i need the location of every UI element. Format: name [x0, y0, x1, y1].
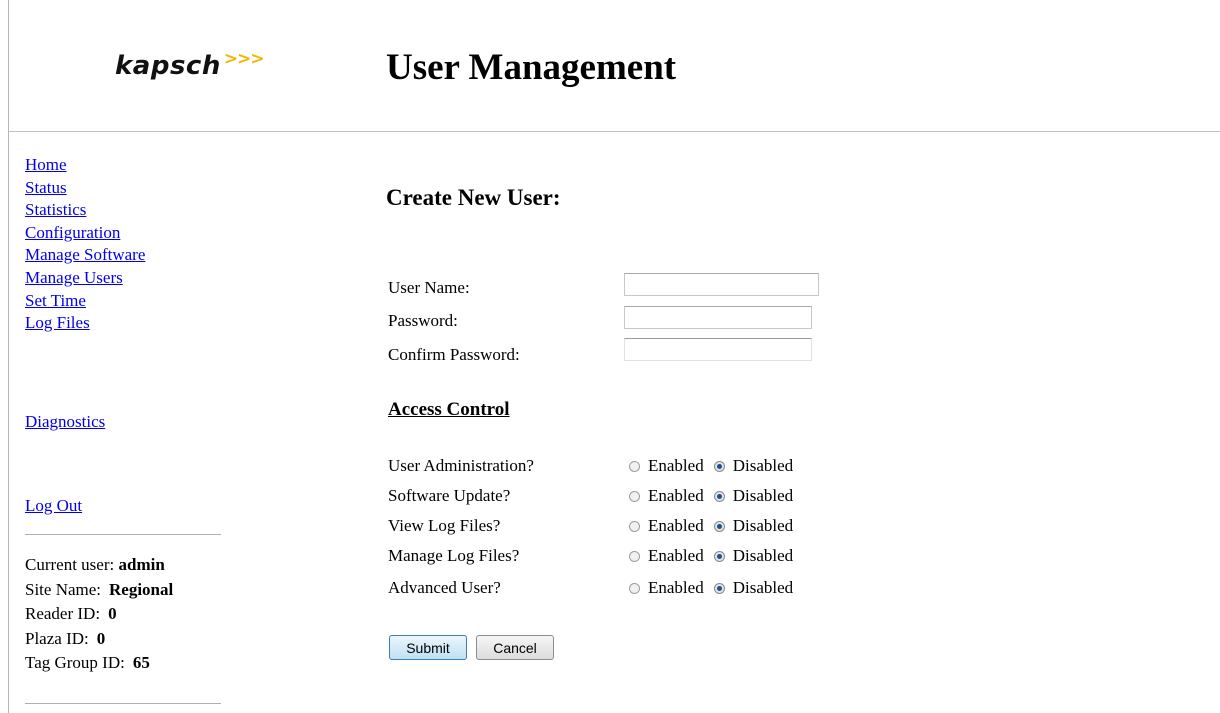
tag-group-id-label: Tag Group ID:	[25, 653, 125, 672]
logo-arrows-icon: >>>	[223, 49, 265, 69]
site-name-label: Site Name:	[25, 579, 102, 599]
nav-link-configuration[interactable]: Configuration	[25, 222, 145, 245]
software-update-enabled-radio[interactable]	[629, 490, 640, 502]
current-user-label: Current user:	[25, 555, 115, 574]
view-logs-enabled-radio[interactable]	[629, 520, 640, 532]
page-frame-border	[8, 0, 9, 713]
perm-advanced-user-label: Advanced User?	[388, 578, 501, 597]
confirm-password-label: Confirm Password:	[388, 345, 520, 364]
page-title: User Management	[386, 47, 677, 88]
perm-advanced-user-options: Enabled Disabled	[629, 577, 793, 599]
session-info: Current user: admin Site Name: Regional R…	[25, 553, 173, 676]
plaza-id-label: Plaza ID:	[25, 628, 89, 648]
nav-link-log-files[interactable]: Log Files	[25, 312, 145, 335]
user-admin-enabled-radio[interactable]	[629, 460, 640, 472]
sidebar-divider	[25, 534, 221, 535]
perm-manage-logs-options: Enabled Disabled	[629, 545, 793, 567]
current-user-value: admin	[118, 555, 165, 574]
perm-view-logs-options: Enabled Disabled	[629, 515, 793, 537]
nav-link-manage-users[interactable]: Manage Users	[25, 267, 145, 290]
view-logs-disabled-radio[interactable]	[713, 520, 725, 532]
disabled-option-label: Disabled	[732, 456, 794, 475]
advanced-user-enabled-radio[interactable]	[629, 582, 640, 594]
reader-id-row: Reader ID: 0	[25, 602, 173, 627]
sidebar-diagnostics: Diagnostics	[25, 410, 105, 434]
nav-link-statistics[interactable]: Statistics	[25, 199, 145, 222]
submit-button[interactable]: Submit	[389, 635, 467, 660]
perm-user-admin-options: Enabled Disabled	[629, 455, 793, 477]
access-control-heading: Access Control	[388, 399, 510, 420]
nav-link-set-time[interactable]: Set Time	[25, 290, 145, 313]
disabled-option-label: Disabled	[732, 578, 794, 597]
reader-id-label: Reader ID:	[25, 604, 101, 623]
sidebar-logout: Log Out	[25, 494, 82, 518]
username-field[interactable]	[624, 273, 819, 296]
logout-link[interactable]: Log Out	[25, 496, 82, 515]
user-admin-disabled-radio[interactable]	[713, 460, 725, 472]
header-divider	[8, 131, 1220, 132]
enabled-option-label: Enabled	[648, 456, 704, 475]
password-label: Password:	[388, 311, 458, 330]
username-label: User Name:	[388, 278, 470, 297]
plaza-id-value: 0	[96, 628, 106, 648]
manage-logs-enabled-radio[interactable]	[629, 550, 640, 562]
logo-wordmark: kapsch	[115, 51, 221, 81]
confirm-password-field[interactable]	[624, 338, 812, 361]
enabled-option-label: Enabled	[648, 546, 704, 565]
enabled-option-label: Enabled	[648, 516, 704, 535]
current-user-row: Current user: admin	[25, 553, 173, 578]
tag-group-id-value: 65	[132, 653, 150, 672]
tag-group-id-row: Tag Group ID: 65	[25, 651, 173, 676]
manage-logs-disabled-radio[interactable]	[713, 550, 725, 562]
perm-manage-logs-label: Manage Log Files?	[388, 546, 520, 565]
sidebar-divider-bottom	[25, 703, 221, 704]
form-title: Create New User:	[386, 185, 561, 210]
perm-view-logs-label: View Log Files?	[388, 516, 501, 535]
kapsch-logo: kapsch >>>	[115, 46, 265, 86]
site-name-row: Site Name: Regional	[25, 578, 173, 603]
cancel-button[interactable]: Cancel	[476, 635, 554, 660]
perm-software-update-options: Enabled Disabled	[629, 485, 793, 507]
reader-id-value: 0	[108, 604, 117, 623]
perm-user-admin-label: User Administration?	[388, 456, 534, 475]
nav-link-status[interactable]: Status	[25, 177, 145, 200]
advanced-user-disabled-radio[interactable]	[713, 582, 725, 594]
enabled-option-label: Enabled	[648, 486, 704, 505]
nav-link-manage-software[interactable]: Manage Software	[25, 244, 145, 267]
disabled-option-label: Disabled	[732, 546, 794, 565]
nav-link-diagnostics[interactable]: Diagnostics	[25, 412, 105, 431]
disabled-option-label: Disabled	[732, 486, 794, 505]
password-field[interactable]	[624, 306, 812, 329]
perm-software-update-label: Software Update?	[388, 486, 511, 505]
site-name-value: Regional	[109, 579, 174, 599]
nav-link-home[interactable]: Home	[25, 154, 145, 177]
disabled-option-label: Disabled	[732, 516, 794, 535]
enabled-option-label: Enabled	[648, 578, 704, 597]
plaza-id-row: Plaza ID: 0	[25, 627, 173, 652]
sidebar-nav: Home Status Statistics Configuration Man…	[25, 154, 145, 335]
software-update-disabled-radio[interactable]	[713, 490, 725, 502]
